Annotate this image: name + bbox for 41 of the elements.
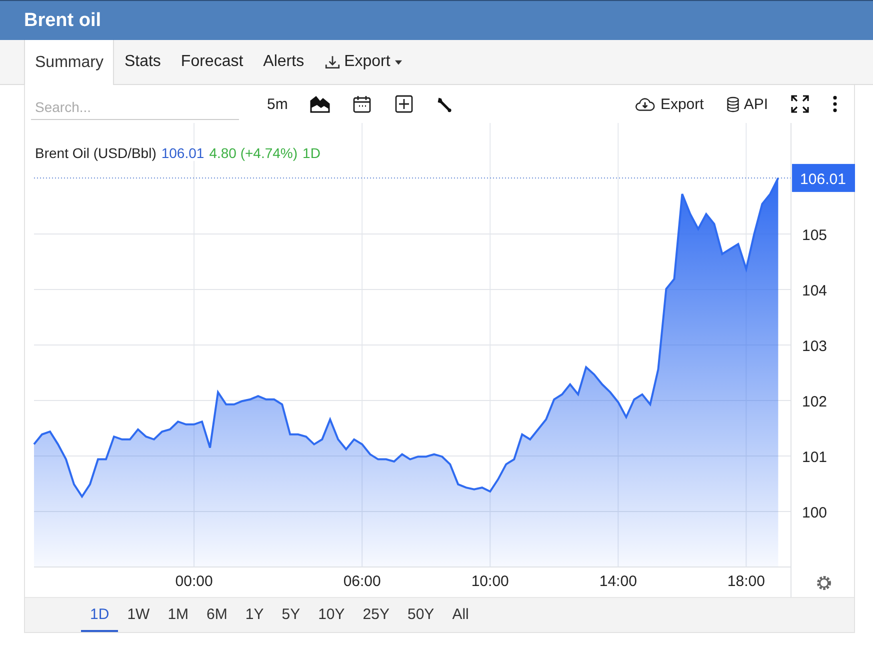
y-axis-label: 100 [802,504,828,522]
range-button[interactable]: 25Y [354,598,398,632]
tab[interactable]: Alerts [253,40,314,84]
export-button[interactable]: Export [626,94,712,114]
tab[interactable]: Export [314,40,412,84]
x-axis-label: 14:00 [599,573,637,590]
legend-change: 4.80 (+4.74%) [209,145,298,161]
database-icon [726,96,740,112]
y-axis-label: 103 [802,338,828,355]
range-button[interactable]: 1M [158,598,198,632]
tab[interactable]: Stats [114,40,171,84]
settings-icon[interactable] [817,576,831,590]
legend-price: 106.01 [161,145,204,161]
x-axis-label: 18:00 [727,573,765,590]
range-button[interactable]: 1D [81,598,118,632]
y-axis-label: 101 [802,449,828,466]
tab[interactable]: Summary [24,40,114,85]
legend-period: 1D [302,145,320,161]
x-axis-label: 06:00 [343,573,381,590]
download-icon [324,54,342,70]
legend-name: Brent Oil (USD/Bbl) [35,145,156,161]
api-button[interactable]: API [718,94,776,114]
price-tag-text: 106.01 [800,170,846,188]
y-axis-label: 105 [802,227,828,244]
interval-button[interactable]: 5m [259,94,296,114]
range-button[interactable]: 50Y [398,598,444,632]
range-button[interactable]: 5Y [272,598,310,632]
tab[interactable]: Forecast [170,40,254,84]
x-axis-label: 10:00 [471,573,509,590]
cloud-download-icon [634,96,656,112]
range-button[interactable]: All [443,598,478,632]
y-axis-label: 102 [802,394,828,410]
range-button[interactable]: 1Y [236,598,273,632]
range-button[interactable]: 1W [118,598,159,632]
x-axis-label: 00:00 [175,573,213,590]
price-tag [792,164,855,192]
caret-icon [395,60,402,64]
range-button[interactable]: 10Y [309,598,354,632]
window-title: Brent oil [24,10,102,32]
range-button[interactable]: 6M [198,598,236,632]
y-axis-label: 104 [802,282,828,300]
